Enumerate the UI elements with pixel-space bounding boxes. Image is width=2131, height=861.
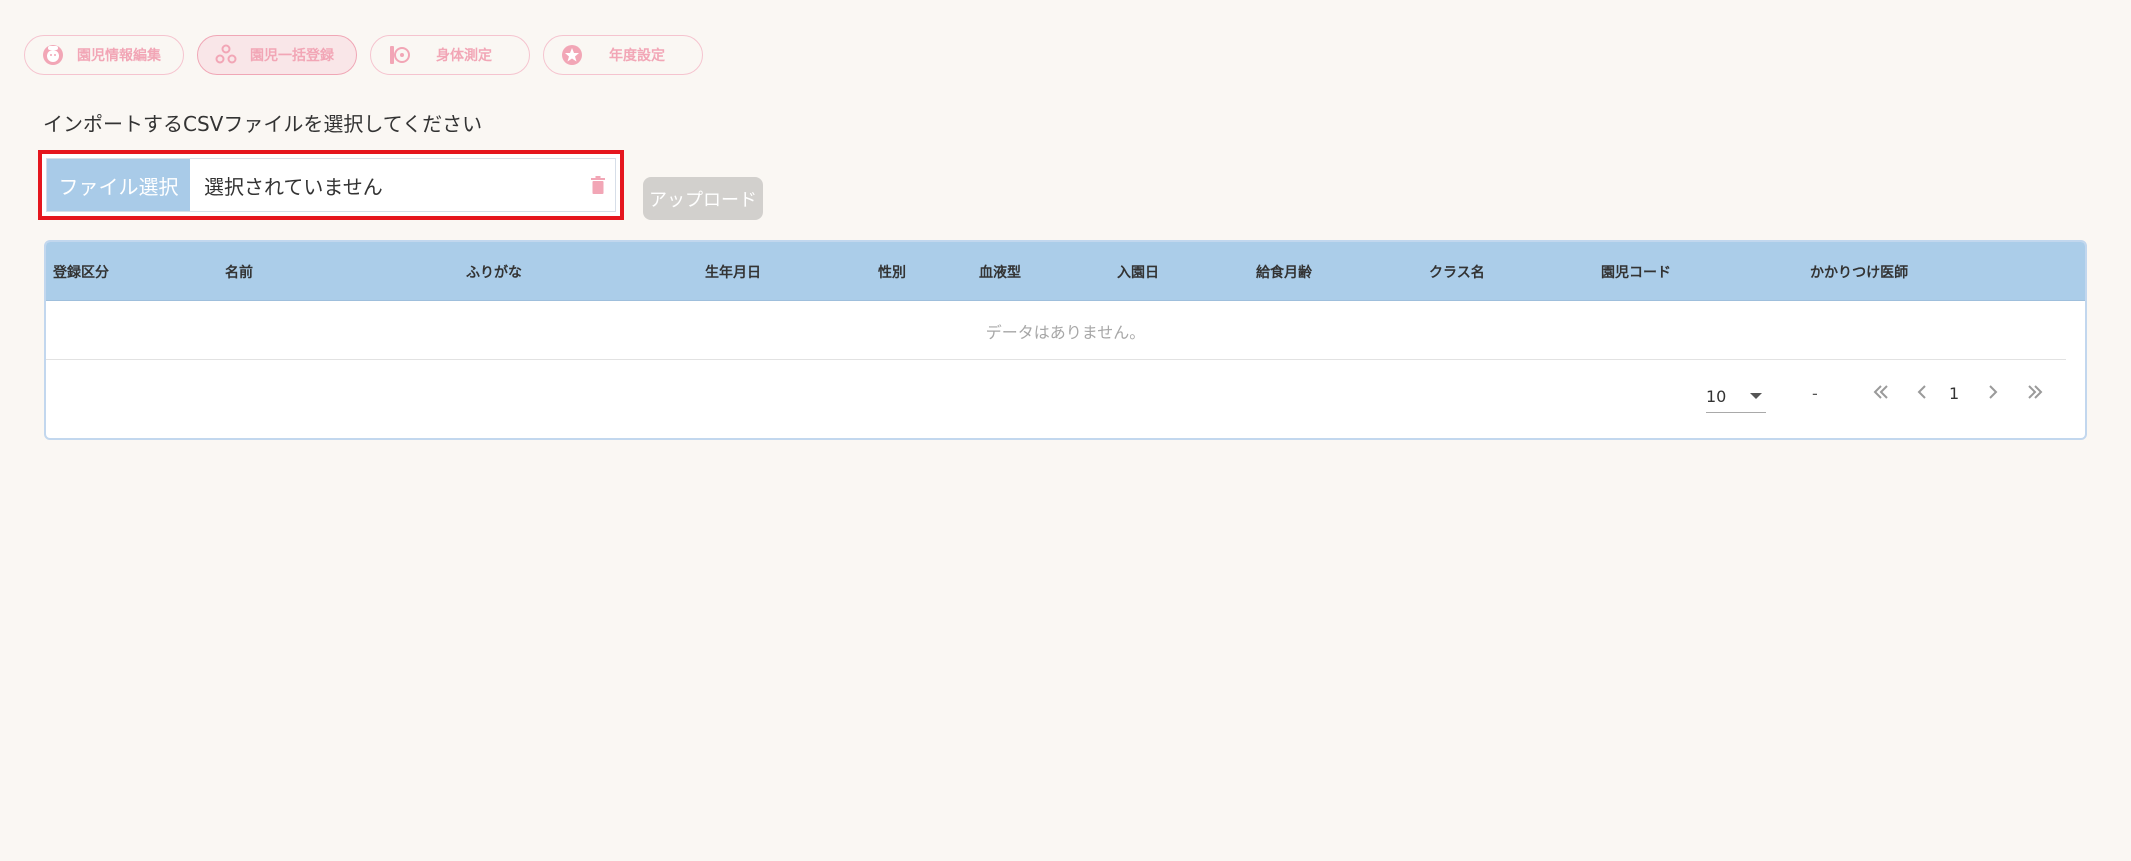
column-header[interactable]: 登録区分 [53,262,109,282]
first-page-icon[interactable] [1869,380,1893,404]
column-header[interactable]: 入園日 [1117,262,1159,282]
file-select-button[interactable]: ファイル選択 [47,159,190,211]
group-icon [214,43,238,67]
tab-bar: 園児情報編集 園児一括登録 身体測定 年度設定 [24,35,703,75]
rows-per-page-value: 10 [1706,386,1727,406]
last-page-icon[interactable] [2023,380,2047,404]
tab-child-info-edit[interactable]: 園児情報編集 [24,35,184,75]
child-face-icon [41,43,65,67]
column-header[interactable]: 園児コード [1601,262,1671,282]
column-header[interactable]: クラス名 [1429,262,1485,282]
file-picker-highlight: ファイル選択 選択されていません [38,150,624,220]
current-page: 1 [1949,384,1960,403]
prev-page-icon[interactable] [1910,380,1934,404]
tab-body-measurement[interactable]: 身体測定 [370,35,530,75]
upload-button[interactable]: アップロード [643,177,763,220]
column-header[interactable]: ふりがな [466,262,522,282]
tab-label: 年度設定 [609,48,665,64]
instruction-text: インポートするCSVファイルを選択してください [43,112,483,136]
tab-label: 園児一括登録 [250,48,334,64]
column-header[interactable]: 血液型 [979,262,1021,282]
tab-label: 園児情報編集 [77,48,161,64]
trash-icon[interactable] [581,159,615,211]
measure-icon [387,43,411,67]
next-page-icon[interactable] [1981,380,2005,404]
import-preview-table: 登録区分 名前 ふりがな 生年月日 性別 血液型 入園日 給食月齢 クラス名 園… [44,240,2087,440]
column-header[interactable]: 生年月日 [705,262,761,282]
table-header: 登録区分 名前 ふりがな 生年月日 性別 血液型 入園日 給食月齢 クラス名 園… [46,242,2085,301]
divider [46,359,2066,360]
column-header[interactable]: 名前 [225,262,253,282]
column-header[interactable]: 給食月齢 [1256,262,1312,282]
empty-table-message: データはありません。 [985,323,1146,342]
tab-label: 身体測定 [436,48,492,64]
tab-fiscal-year-settings[interactable]: 年度設定 [543,35,703,75]
rows-per-page-select[interactable]: 10 [1706,380,1766,413]
column-header[interactable]: かかりつけ医師 [1810,262,1908,282]
tab-child-bulk-register[interactable]: 園児一括登録 [197,35,357,75]
file-input[interactable]: ファイル選択 選択されていません [46,158,616,212]
column-header[interactable]: 性別 [878,262,906,282]
file-name-field[interactable]: 選択されていません [190,159,581,211]
caret-down-icon [1750,393,1762,399]
page-range-text: - [1812,384,1818,403]
star-badge-icon [560,43,584,67]
